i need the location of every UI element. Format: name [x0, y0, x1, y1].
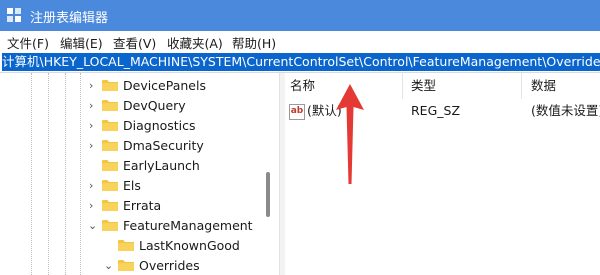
tree-item-label: Els [123, 178, 141, 193]
tree-item-label: Overrides [139, 258, 200, 273]
folder-icon [102, 180, 118, 191]
string-value-icon: ab [289, 104, 305, 120]
tree-item-label: DmaSecurity [123, 138, 204, 153]
value-data: (数值未设置) [531, 103, 600, 118]
chevron-right-icon[interactable]: › [89, 180, 99, 192]
folder-open-icon [102, 220, 118, 231]
folder-icon [102, 200, 118, 211]
address-path[interactable]: 计算机\HKEY_LOCAL_MACHINE\SYSTEM\CurrentCon… [2, 53, 600, 71]
tree-item-featuremanagement[interactable]: ⌄ FeatureManagement [0, 216, 262, 236]
chevron-right-icon[interactable]: › [89, 140, 99, 152]
tree-item-label: FeatureManagement [123, 218, 253, 233]
chevron-down-icon[interactable]: ⌄ [104, 260, 114, 272]
address-bar[interactable]: 计算机\HKEY_LOCAL_MACHINE\SYSTEM\CurrentCon… [0, 52, 600, 73]
column-header-data[interactable]: 数据 [531, 73, 556, 99]
tree-item-label: DevQuery [123, 98, 186, 113]
window-title: 注册表编辑器 [30, 11, 109, 26]
tree-item-overrides[interactable]: ⌄ Overrides [0, 256, 262, 275]
menu-edit[interactable]: 编辑(E) [60, 33, 103, 52]
tree-item-label: LastKnownGood [139, 238, 240, 253]
tree-item-diagnostics[interactable]: › Diagnostics [0, 116, 262, 136]
tree-item-label: EarlyLaunch [123, 158, 200, 173]
column-header-name[interactable]: 名称 [290, 73, 315, 99]
tree-item-errata[interactable]: › Errata [0, 196, 262, 216]
chevron-right-icon[interactable]: › [89, 100, 99, 112]
menu-bar: 文件(F) 编辑(E) 查看(V) 收藏夹(A) 帮助(H) [0, 31, 600, 52]
tree-item-earlylaunch[interactable]: EarlyLaunch [0, 156, 262, 176]
folder-icon [102, 140, 118, 151]
title-bar: 注册表编辑器 [0, 0, 600, 31]
folder-icon [118, 240, 134, 251]
menu-help[interactable]: 帮助(H) [232, 33, 276, 52]
folder-icon [102, 160, 118, 171]
tree-scrollbar-thumb[interactable] [266, 172, 270, 217]
chevron-right-icon[interactable]: › [89, 120, 99, 132]
tree-item-devquery[interactable]: › DevQuery [0, 96, 262, 116]
tree-item-devicepanels[interactable]: › DevicePanels [0, 76, 262, 96]
folder-icon [102, 100, 118, 111]
value-type: REG_SZ [411, 103, 461, 118]
column-separator[interactable] [521, 73, 522, 99]
menu-view[interactable]: 查看(V) [113, 33, 156, 52]
tree-item-label: Errata [123, 198, 162, 213]
tree-item-dmasecurity[interactable]: › DmaSecurity [0, 136, 262, 156]
chevron-right-icon[interactable]: › [89, 200, 99, 212]
tree-item-lastknowngood[interactable]: LastKnownGood [0, 236, 262, 256]
tree-pane[interactable]: › DevicePanels › DevQuery › Diagnostics … [0, 73, 279, 275]
folder-open-icon [118, 260, 134, 271]
annotation-arrow-up [336, 84, 364, 184]
folder-icon [102, 80, 118, 91]
menu-file[interactable]: 文件(F) [7, 33, 49, 52]
chevron-down-icon[interactable]: ⌄ [88, 220, 98, 232]
folder-icon [102, 120, 118, 131]
column-separator[interactable] [402, 73, 403, 99]
menu-favorites[interactable]: 收藏夹(A) [167, 33, 223, 52]
tree-item-els[interactable]: › Els [0, 176, 262, 196]
tree-item-label: DevicePanels [123, 78, 206, 93]
tree-item-label: Diagnostics [123, 118, 196, 133]
column-header-type[interactable]: 类型 [411, 73, 436, 99]
regedit-icon [7, 8, 21, 22]
chevron-right-icon[interactable]: › [89, 80, 99, 92]
